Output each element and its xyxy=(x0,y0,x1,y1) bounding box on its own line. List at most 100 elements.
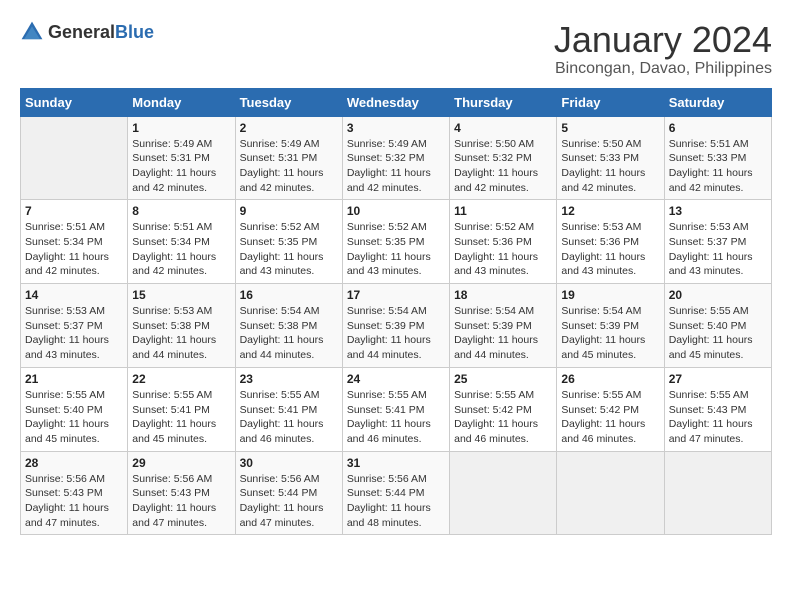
calendar-cell: 2Sunrise: 5:49 AM Sunset: 5:31 PM Daylig… xyxy=(235,116,342,200)
calendar-header-day-thursday: Thursday xyxy=(450,88,557,116)
page-title: January 2024 xyxy=(554,20,772,60)
day-number: 31 xyxy=(347,456,445,470)
day-detail: Sunrise: 5:52 AM Sunset: 5:35 PM Dayligh… xyxy=(240,220,338,279)
page-subtitle: Bincongan, Davao, Philippines xyxy=(554,60,772,78)
day-number: 9 xyxy=(240,204,338,218)
day-number: 10 xyxy=(347,204,445,218)
calendar-cell: 29 Sunrise: 5:56 AM Sunset: 5:43 PM Dayli… xyxy=(128,451,235,535)
title-area: January 2024 Bincongan, Davao, Philippin… xyxy=(554,20,772,78)
logo-icon xyxy=(20,20,44,44)
day-detail: Sunrise: 5:55 AM Sunset: 5:41 PM Dayligh… xyxy=(132,388,230,447)
calendar-cell: 24 Sunrise: 5:55 AM Sunset: 5:41 PM Dayli… xyxy=(342,367,449,451)
day-number: 13 xyxy=(669,204,767,218)
calendar-header-day-wednesday: Wednesday xyxy=(342,88,449,116)
calendar-cell: 5Sunrise: 5:50 AM Sunset: 5:33 PM Daylig… xyxy=(557,116,664,200)
calendar-cell: 6 Sunrise: 5:51 AM Sunset: 5:33 PM Daylig… xyxy=(664,116,771,200)
calendar-cell: 16 Sunrise: 5:54 AM Sunset: 5:38 PM Dayli… xyxy=(235,284,342,368)
day-detail: Sunrise: 5:56 AM Sunset: 5:43 PM Dayligh… xyxy=(132,472,230,531)
calendar-cell xyxy=(21,116,128,200)
day-detail: Sunrise: 5:49 AM Sunset: 5:31 PM Dayligh… xyxy=(132,137,230,196)
day-number: 30 xyxy=(240,456,338,470)
day-number: 26 xyxy=(561,372,659,386)
calendar-cell: 19Sunrise: 5:54 AM Sunset: 5:39 PM Dayli… xyxy=(557,284,664,368)
day-number: 7 xyxy=(25,204,123,218)
day-detail: Sunrise: 5:52 AM Sunset: 5:36 PM Dayligh… xyxy=(454,220,552,279)
calendar-cell: 25Sunrise: 5:55 AM Sunset: 5:42 PM Dayli… xyxy=(450,367,557,451)
day-number: 6 xyxy=(669,121,767,135)
day-number: 28 xyxy=(25,456,123,470)
day-number: 1 xyxy=(132,121,230,135)
day-detail: Sunrise: 5:53 AM Sunset: 5:38 PM Dayligh… xyxy=(132,304,230,363)
calendar-week-row: 7 Sunrise: 5:51 AM Sunset: 5:34 PM Daylig… xyxy=(21,200,772,284)
day-number: 23 xyxy=(240,372,338,386)
day-detail: Sunrise: 5:50 AM Sunset: 5:32 PM Dayligh… xyxy=(454,137,552,196)
day-number: 21 xyxy=(25,372,123,386)
calendar-header-day-saturday: Saturday xyxy=(664,88,771,116)
day-detail: Sunrise: 5:56 AM Sunset: 5:44 PM Dayligh… xyxy=(347,472,445,531)
calendar-cell: 1 Sunrise: 5:49 AM Sunset: 5:31 PM Daylig… xyxy=(128,116,235,200)
calendar-week-row: 1 Sunrise: 5:49 AM Sunset: 5:31 PM Daylig… xyxy=(21,116,772,200)
day-number: 3 xyxy=(347,121,445,135)
day-detail: Sunrise: 5:51 AM Sunset: 5:33 PM Dayligh… xyxy=(669,137,767,196)
calendar-header-day-friday: Friday xyxy=(557,88,664,116)
logo: General Blue xyxy=(20,20,154,44)
day-number: 25 xyxy=(454,372,552,386)
calendar-cell: 28 Sunrise: 5:56 AM Sunset: 5:43 PM Dayli… xyxy=(21,451,128,535)
day-number: 8 xyxy=(132,204,230,218)
calendar-cell: 21Sunrise: 5:55 AM Sunset: 5:40 PM Dayli… xyxy=(21,367,128,451)
day-number: 12 xyxy=(561,204,659,218)
calendar-cell: 10Sunrise: 5:52 AM Sunset: 5:35 PM Dayli… xyxy=(342,200,449,284)
day-detail: Sunrise: 5:50 AM Sunset: 5:33 PM Dayligh… xyxy=(561,137,659,196)
logo-general-text: General xyxy=(48,23,115,41)
calendar-header-row: SundayMondayTuesdayWednesdayThursdayFrid… xyxy=(21,88,772,116)
calendar-cell xyxy=(664,451,771,535)
calendar-cell: 7 Sunrise: 5:51 AM Sunset: 5:34 PM Daylig… xyxy=(21,200,128,284)
calendar-cell: 8 Sunrise: 5:51 AM Sunset: 5:34 PM Daylig… xyxy=(128,200,235,284)
day-detail: Sunrise: 5:55 AM Sunset: 5:42 PM Dayligh… xyxy=(561,388,659,447)
day-detail: Sunrise: 5:53 AM Sunset: 5:36 PM Dayligh… xyxy=(561,220,659,279)
day-detail: Sunrise: 5:49 AM Sunset: 5:32 PM Dayligh… xyxy=(347,137,445,196)
day-number: 15 xyxy=(132,288,230,302)
day-number: 11 xyxy=(454,204,552,218)
day-number: 14 xyxy=(25,288,123,302)
page-header: General Blue January 2024 Bincongan, Dav… xyxy=(20,20,772,78)
calendar-header-day-monday: Monday xyxy=(128,88,235,116)
day-detail: Sunrise: 5:53 AM Sunset: 5:37 PM Dayligh… xyxy=(669,220,767,279)
calendar-cell: 9 Sunrise: 5:52 AM Sunset: 5:35 PM Daylig… xyxy=(235,200,342,284)
calendar-cell xyxy=(557,451,664,535)
day-number: 4 xyxy=(454,121,552,135)
calendar-header-day-tuesday: Tuesday xyxy=(235,88,342,116)
day-number: 29 xyxy=(132,456,230,470)
day-number: 17 xyxy=(347,288,445,302)
calendar-cell xyxy=(450,451,557,535)
calendar-header: SundayMondayTuesdayWednesdayThursdayFrid… xyxy=(21,88,772,116)
day-detail: Sunrise: 5:56 AM Sunset: 5:43 PM Dayligh… xyxy=(25,472,123,531)
day-number: 19 xyxy=(561,288,659,302)
day-detail: Sunrise: 5:55 AM Sunset: 5:41 PM Dayligh… xyxy=(240,388,338,447)
calendar-cell: 15 Sunrise: 5:53 AM Sunset: 5:38 PM Dayli… xyxy=(128,284,235,368)
day-detail: Sunrise: 5:56 AM Sunset: 5:44 PM Dayligh… xyxy=(240,472,338,531)
day-number: 18 xyxy=(454,288,552,302)
day-detail: Sunrise: 5:54 AM Sunset: 5:38 PM Dayligh… xyxy=(240,304,338,363)
day-detail: Sunrise: 5:49 AM Sunset: 5:31 PM Dayligh… xyxy=(240,137,338,196)
calendar-week-row: 14Sunrise: 5:53 AM Sunset: 5:37 PM Dayli… xyxy=(21,284,772,368)
day-number: 22 xyxy=(132,372,230,386)
calendar-cell: 4 Sunrise: 5:50 AM Sunset: 5:32 PM Daylig… xyxy=(450,116,557,200)
calendar-cell: 30 Sunrise: 5:56 AM Sunset: 5:44 PM Dayli… xyxy=(235,451,342,535)
day-number: 16 xyxy=(240,288,338,302)
calendar-cell: 31 Sunrise: 5:56 AM Sunset: 5:44 PM Dayli… xyxy=(342,451,449,535)
day-detail: Sunrise: 5:55 AM Sunset: 5:43 PM Dayligh… xyxy=(669,388,767,447)
day-detail: Sunrise: 5:55 AM Sunset: 5:41 PM Dayligh… xyxy=(347,388,445,447)
day-number: 24 xyxy=(347,372,445,386)
day-number: 27 xyxy=(669,372,767,386)
calendar-body: 1 Sunrise: 5:49 AM Sunset: 5:31 PM Daylig… xyxy=(21,116,772,535)
calendar-cell: 20Sunrise: 5:55 AM Sunset: 5:40 PM Dayli… xyxy=(664,284,771,368)
logo-blue-text: Blue xyxy=(115,23,154,41)
calendar-cell: 3 Sunrise: 5:49 AM Sunset: 5:32 PM Daylig… xyxy=(342,116,449,200)
calendar-table: SundayMondayTuesdayWednesdayThursdayFrid… xyxy=(20,88,772,536)
calendar-week-row: 21Sunrise: 5:55 AM Sunset: 5:40 PM Dayli… xyxy=(21,367,772,451)
day-detail: Sunrise: 5:51 AM Sunset: 5:34 PM Dayligh… xyxy=(132,220,230,279)
day-detail: Sunrise: 5:54 AM Sunset: 5:39 PM Dayligh… xyxy=(454,304,552,363)
calendar-cell: 27 Sunrise: 5:55 AM Sunset: 5:43 PM Dayli… xyxy=(664,367,771,451)
day-detail: Sunrise: 5:51 AM Sunset: 5:34 PM Dayligh… xyxy=(25,220,123,279)
